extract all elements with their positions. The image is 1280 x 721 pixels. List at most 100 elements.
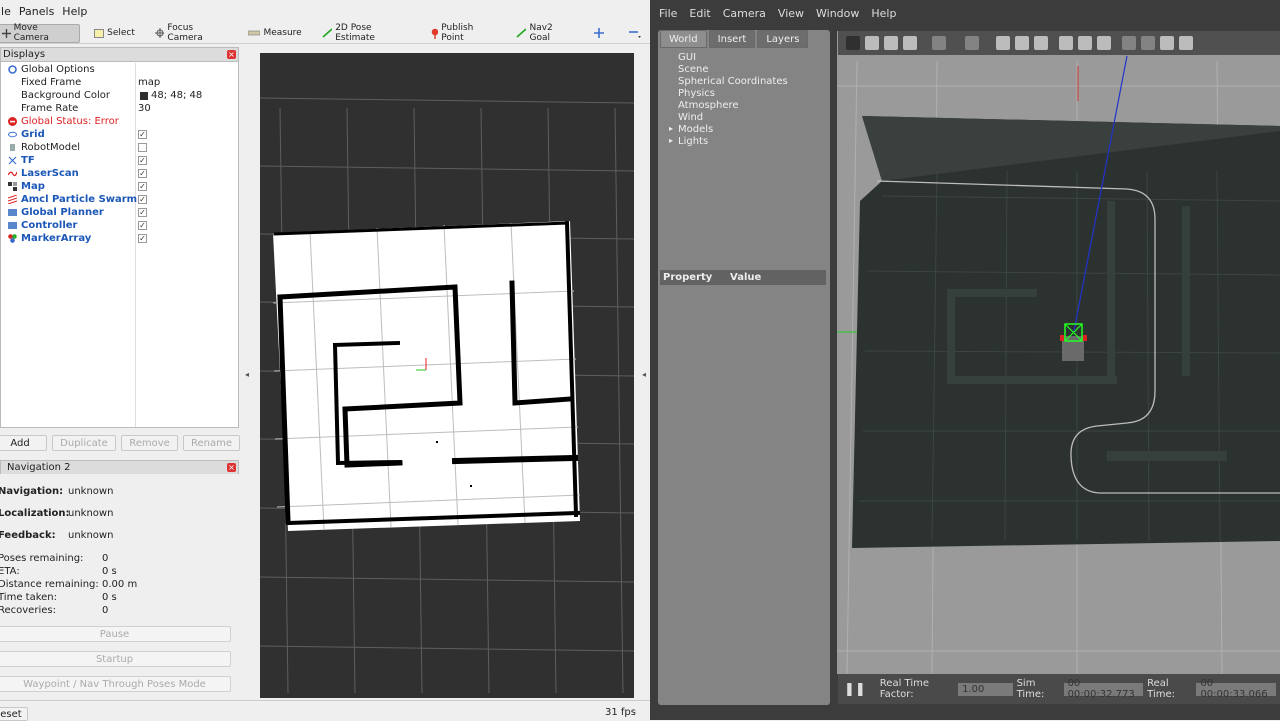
grid-icon (8, 131, 17, 138)
reset-button[interactable]: eset (0, 707, 28, 721)
point-light-icon[interactable] (1078, 36, 1092, 50)
display-amcl-particle-swarm[interactable]: Amcl Particle Swarm ✓ (1, 193, 239, 206)
select-mode-icon[interactable] (846, 36, 860, 50)
move-camera-tool[interactable]: Move Camera (0, 23, 81, 43)
select-icon (94, 28, 105, 38)
add-button[interactable]: Add (0, 435, 47, 451)
expand-arrow-icon[interactable]: ▸ (669, 136, 673, 145)
box-shape-icon[interactable] (996, 36, 1010, 50)
publish-point-tool[interactable]: Publish Point (427, 23, 502, 43)
fixed-frame-value[interactable]: map (138, 77, 160, 88)
paste-icon[interactable] (1141, 36, 1155, 50)
tf-checkbox[interactable]: ✓ (138, 156, 147, 165)
map-checkbox[interactable]: ✓ (138, 182, 147, 191)
align-icon[interactable] (1160, 36, 1174, 50)
display-markerarray[interactable]: MarkerArray ✓ (1, 232, 239, 245)
tree-wind[interactable]: Wind (678, 112, 703, 123)
duplicate-button[interactable]: Duplicate (52, 435, 116, 451)
display-tf[interactable]: TF ✓ (1, 154, 239, 167)
gz-menu-view[interactable]: View (778, 7, 804, 20)
display-controller[interactable]: Controller ✓ (1, 219, 239, 232)
display-laserscan[interactable]: LaserScan ✓ (1, 167, 239, 180)
display-global-planner[interactable]: Global Planner ✓ (1, 206, 239, 219)
display-grid[interactable]: Grid ✓ (1, 128, 239, 141)
copy-icon[interactable] (1122, 36, 1136, 50)
gz-menu-file[interactable]: File (659, 7, 677, 20)
undo-icon[interactable] (932, 36, 946, 50)
display-map[interactable]: Map ✓ (1, 180, 239, 193)
measure-icon (248, 30, 261, 36)
robotmodel-checkbox[interactable] (138, 143, 147, 152)
gz-menu-camera[interactable]: Camera (723, 7, 766, 20)
rename-button[interactable]: Rename (183, 435, 240, 451)
recoveries-value: 0 (102, 605, 109, 616)
remove-tool-button[interactable] (625, 24, 650, 43)
scale-mode-icon[interactable] (903, 36, 917, 50)
global-planner-checkbox[interactable]: ✓ (138, 208, 147, 217)
tree-physics[interactable]: Physics (678, 88, 715, 99)
grid-checkbox[interactable]: ✓ (138, 130, 147, 139)
background-color-row[interactable]: Background Color 48; 48; 48 (1, 89, 239, 102)
fixed-frame-row[interactable]: Fixed Frame map (1, 76, 239, 89)
snap-icon[interactable] (1179, 36, 1193, 50)
add-tool-button[interactable] (590, 24, 613, 43)
pause-button[interactable]: Pause (0, 626, 231, 642)
gazebo-scene-view[interactable] (837, 31, 1280, 674)
cylinder-shape-icon[interactable] (1034, 36, 1048, 50)
frame-rate-row[interactable]: Frame Rate 30 (1, 102, 239, 115)
rviz-menubar: ile Panels Help (0, 5, 91, 21)
fps-label: 31 fps (605, 707, 636, 718)
remove-button[interactable]: Remove (121, 435, 178, 451)
pose-estimate-icon (322, 28, 333, 38)
tab-insert[interactable]: Insert (708, 30, 756, 48)
menu-file[interactable]: ile (0, 5, 15, 21)
measure-tool[interactable]: Measure (244, 24, 307, 43)
collapse-left-icon[interactable]: ◂ (245, 370, 249, 379)
gz-menu-window[interactable]: Window (816, 7, 859, 20)
sphere-shape-icon[interactable] (1015, 36, 1029, 50)
redo-icon[interactable] (965, 36, 979, 50)
menu-help[interactable]: Help (58, 5, 91, 21)
tab-world[interactable]: World (660, 30, 707, 48)
expand-arrow-icon[interactable]: ▸ (669, 124, 673, 133)
rotate-mode-icon[interactable] (884, 36, 898, 50)
background-color-value[interactable]: 48; 48; 48 (151, 90, 202, 101)
tree-atmosphere[interactable]: Atmosphere (678, 100, 739, 111)
tree-gui[interactable]: GUI (678, 52, 696, 63)
close-icon[interactable]: × (227, 50, 236, 59)
sun-light-icon[interactable] (1059, 36, 1073, 50)
rviz-3d-view[interactable] (260, 53, 634, 698)
controller-checkbox[interactable]: ✓ (138, 221, 147, 230)
gazebo-time-bar: ❚❚ Real Time Factor: 1.00 Sim Time: 00 0… (838, 674, 1280, 704)
tree-lights[interactable]: ▸ Lights (669, 136, 708, 147)
markerarray-checkbox[interactable]: ✓ (138, 234, 147, 243)
navigation-title: Navigation 2 (7, 462, 71, 473)
navigation-panel-body: Navigation: unknown Localization: unknow… (0, 474, 239, 699)
global-status-row[interactable]: Global Status: Error (1, 115, 239, 128)
menu-panels[interactable]: Panels (15, 5, 58, 21)
tree-scene[interactable]: Scene (678, 64, 709, 75)
waypoint-mode-button[interactable]: Waypoint / Nav Through Poses Mode (0, 676, 231, 692)
startup-button[interactable]: Startup (0, 651, 231, 667)
pose-estimate-tool[interactable]: 2D Pose Estimate (318, 23, 417, 43)
display-robotmodel[interactable]: RobotModel (1, 141, 239, 154)
nav2-goal-tool[interactable]: Nav2 Goal (512, 23, 580, 43)
rviz-window: ile Panels Help Move Camera Select Focus… (0, 0, 650, 721)
rviz-status-bar: eset 31 fps (0, 700, 650, 721)
close-icon[interactable]: × (227, 463, 236, 472)
focus-camera-tool[interactable]: Focus Camera (151, 23, 235, 43)
collapse-right-icon[interactable]: ◂ (642, 370, 646, 379)
spot-light-icon[interactable] (1097, 36, 1111, 50)
amcl-checkbox[interactable]: ✓ (138, 195, 147, 204)
pause-icon[interactable]: ❚❚ (844, 682, 866, 697)
gz-menu-edit[interactable]: Edit (689, 7, 710, 20)
translate-mode-icon[interactable] (865, 36, 879, 50)
global-options-row[interactable]: Global Options (1, 63, 239, 76)
select-tool[interactable]: Select (90, 24, 141, 43)
tree-spherical-coordinates[interactable]: Spherical Coordinates (678, 76, 788, 87)
frame-rate-value[interactable]: 30 (138, 103, 151, 114)
tab-layers[interactable]: Layers (757, 30, 809, 48)
tree-models[interactable]: ▸ Models (669, 124, 713, 135)
laserscan-checkbox[interactable]: ✓ (138, 169, 147, 178)
gz-menu-help[interactable]: Help (871, 7, 896, 20)
